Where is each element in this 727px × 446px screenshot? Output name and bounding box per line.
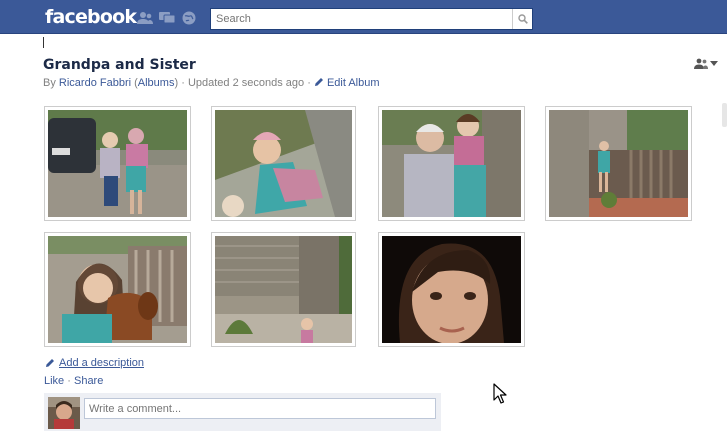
search-button[interactable] (512, 9, 532, 29)
friend-requests-icon[interactable] (137, 11, 153, 25)
chevron-down-icon (710, 60, 718, 66)
separator: · (67, 375, 71, 387)
album-title: Grandpa and Sister (43, 57, 196, 73)
search-box (210, 8, 533, 30)
photo-sister-tilted[interactable] (211, 106, 356, 221)
photo-sister-closeup[interactable] (378, 232, 525, 347)
friends-privacy-icon (694, 58, 708, 69)
edit-album-link[interactable]: Edit Album (314, 77, 380, 89)
photo-image (48, 236, 187, 343)
photo-image (48, 110, 187, 217)
comment-box (44, 393, 441, 431)
top-bar: facebook (0, 0, 727, 34)
photo-sister-dog[interactable] (44, 232, 191, 347)
photo-image (382, 236, 521, 344)
edit-album-label: Edit Album (326, 77, 380, 89)
like-link[interactable]: Like (44, 375, 64, 387)
mouse-cursor-icon (493, 383, 507, 404)
albums-link[interactable]: Albums (138, 77, 175, 89)
comment-input[interactable] (84, 398, 436, 419)
like-share-row: Like · Share (44, 375, 103, 387)
scrollbar[interactable] (722, 103, 727, 127)
search-icon (517, 14, 528, 24)
updated-timestamp: Updated 2 seconds ago (187, 77, 305, 89)
photo-grandpa-hug[interactable] (378, 106, 525, 221)
text-caret (43, 37, 44, 48)
notifications-icon[interactable] (181, 11, 197, 25)
photo-image (215, 236, 352, 343)
author-link[interactable]: Ricardo Fabbri (59, 77, 131, 89)
add-description-link[interactable]: Add a description (45, 357, 144, 369)
facebook-logo[interactable]: facebook (45, 6, 137, 28)
by-label: By (43, 77, 56, 89)
notification-jewels (137, 11, 197, 25)
photo-grandpa-sister-car[interactable] (44, 106, 191, 221)
photo-image (549, 110, 688, 217)
photo-image (382, 110, 521, 217)
pencil-icon (46, 359, 54, 367)
messages-icon[interactable] (159, 11, 175, 25)
add-description-label: Add a description (59, 357, 144, 369)
search-input[interactable] (211, 9, 511, 29)
photo-sister-porch[interactable] (545, 106, 692, 221)
share-link[interactable]: Share (74, 375, 103, 387)
pencil-icon (314, 78, 323, 86)
album-meta: By Ricardo Fabbri (Albums) · Updated 2 s… (43, 77, 380, 89)
privacy-selector[interactable] (694, 58, 718, 69)
photo-sister-shed[interactable] (211, 232, 356, 347)
avatar[interactable] (48, 397, 80, 429)
photo-image (215, 110, 352, 217)
